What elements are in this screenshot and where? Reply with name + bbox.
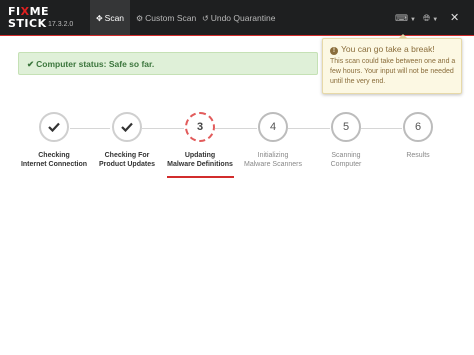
step-2-circle <box>112 112 142 142</box>
checkmark-icon <box>121 122 133 132</box>
step-3-label: Updating Malware Definitions <box>167 152 233 168</box>
step-1-label: Checking Internet Connection <box>20 152 88 168</box>
step-4-circle: 4 <box>258 112 288 142</box>
step-connector <box>288 128 330 129</box>
step-1-circle <box>39 112 69 142</box>
step-connector <box>142 128 184 129</box>
scan-progress-steps: 3 4 5 6 Checking Internet Connection Chec… <box>0 0 474 200</box>
step-6-circle: 6 <box>403 112 433 142</box>
step-5-circle: 5 <box>331 112 361 142</box>
step-connector <box>361 128 402 129</box>
step-connector <box>70 128 110 129</box>
step-connector <box>215 128 257 129</box>
step-3-circle: 3 <box>185 112 215 142</box>
step-6-label: Results <box>406 152 430 159</box>
step-4-label: Initializing Malware Scanners <box>244 152 302 168</box>
active-step-underline <box>167 176 234 178</box>
step-5-label: Scanning Computer <box>330 152 362 168</box>
step-2-label: Checking For Product Updates <box>98 152 155 168</box>
checkmark-icon <box>48 122 60 132</box>
